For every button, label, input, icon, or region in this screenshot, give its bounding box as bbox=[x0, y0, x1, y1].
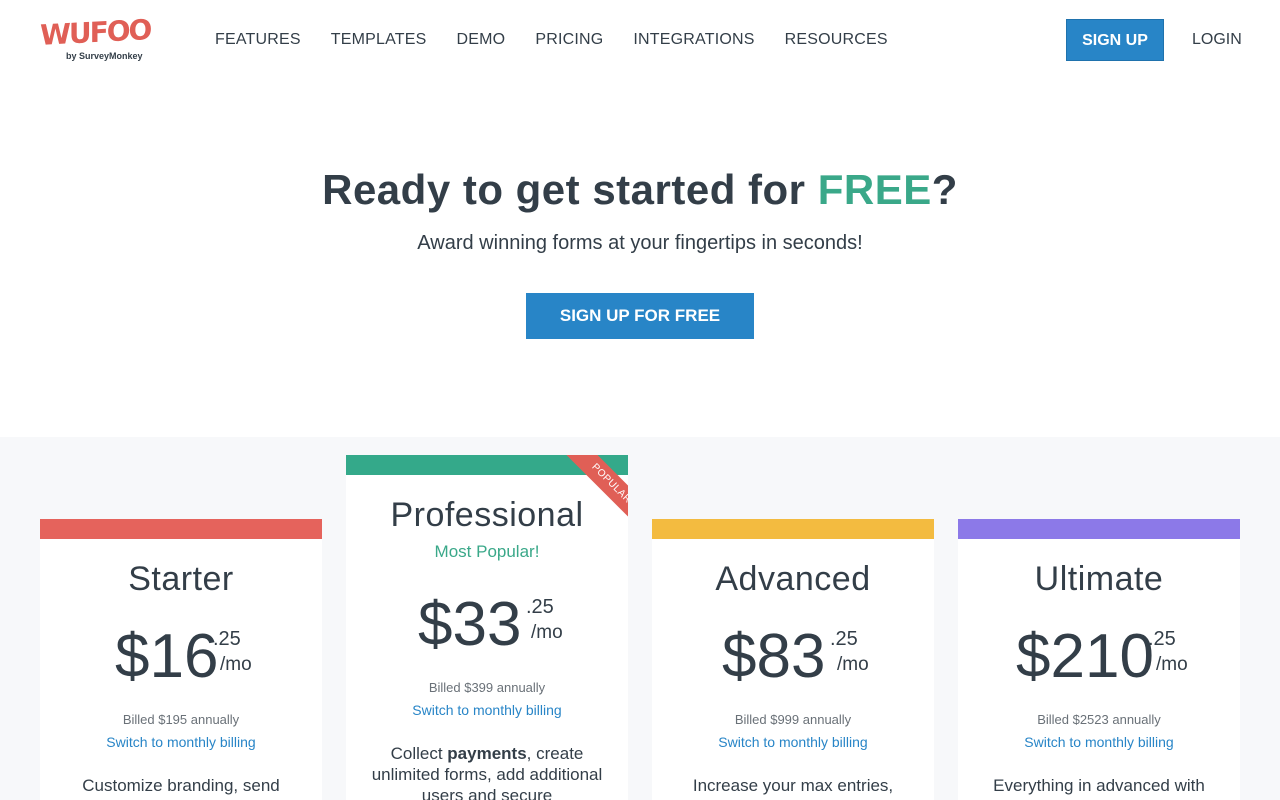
plan-color-bar bbox=[652, 519, 934, 539]
plan-price: $210 .25 /mo bbox=[958, 622, 1240, 692]
logo-byline: by SurveyMonkey bbox=[66, 51, 143, 61]
hero-title-prefix: Ready to get started for bbox=[322, 166, 818, 213]
switch-monthly-link[interactable]: Switch to monthly billing bbox=[958, 733, 1240, 751]
billed-annually: Billed $195 annually bbox=[122, 712, 240, 727]
plan-card-advanced: Advanced $83 .25 /mo Billed $999 annuall… bbox=[652, 519, 934, 800]
logo-wordmark: WUFOO bbox=[40, 13, 151, 52]
billed-annually: Billed $999 annually bbox=[734, 712, 852, 727]
plan-color-bar bbox=[40, 519, 322, 539]
nav-pricing[interactable]: PRICING bbox=[520, 29, 618, 51]
plan-price: $83 .25 /mo bbox=[652, 622, 934, 692]
plan-description: Customize branding, send bbox=[82, 776, 280, 795]
billed-annually: Billed $2523 annually bbox=[1037, 712, 1161, 727]
switch-monthly-link[interactable]: Switch to monthly billing bbox=[40, 733, 322, 751]
plan-card-professional: POPULAR Professional Most Popular! $33 .… bbox=[346, 455, 628, 800]
price-cents: .25 bbox=[526, 596, 554, 618]
plan-description-pre: Collect bbox=[390, 744, 448, 763]
plan-name: Starter bbox=[128, 560, 234, 598]
plan-price: $16 .25 /mo bbox=[40, 622, 322, 692]
nav-integrations[interactable]: INTEGRATIONS bbox=[618, 29, 769, 51]
plan-name: Ultimate bbox=[1034, 560, 1164, 598]
hero-subtitle: Award winning forms at your fingertips i… bbox=[417, 232, 863, 254]
plan-name: Advanced bbox=[715, 560, 871, 598]
plan-description: Collect payments, create unlimited forms… bbox=[366, 743, 608, 800]
price-dollars: $16 bbox=[115, 622, 219, 691]
switch-monthly-link[interactable]: Switch to monthly billing bbox=[346, 701, 628, 719]
plan-card-ultimate: Ultimate $210 .25 /mo Billed $2523 annua… bbox=[958, 519, 1240, 800]
hero-title: Ready to get started for FREE? bbox=[0, 164, 1280, 216]
nav-features[interactable]: FEATURES bbox=[200, 29, 316, 51]
site-header: WUFOO by SurveyMonkey FEATURES TEMPLATES… bbox=[0, 0, 1280, 82]
price-cents: .25 bbox=[1148, 628, 1176, 650]
price-dollars: $33 bbox=[418, 590, 522, 659]
plan-price: $33 .25 /mo bbox=[346, 590, 628, 660]
switch-monthly-link[interactable]: Switch to monthly billing bbox=[652, 733, 934, 751]
price-period: /mo bbox=[837, 654, 869, 675]
plan-card-starter: Starter $16 .25 /mo Billed $195 annually… bbox=[40, 519, 322, 800]
billed-annually: Billed $399 annually bbox=[428, 680, 546, 695]
price-dollars: $83 bbox=[722, 622, 826, 691]
nav-templates[interactable]: TEMPLATES bbox=[316, 29, 442, 51]
signup-free-button[interactable]: SIGN UP FOR FREE bbox=[526, 293, 754, 339]
price-dollars: $210 bbox=[1016, 622, 1154, 691]
price-period: /mo bbox=[1156, 654, 1188, 675]
plan-description: Everything in advanced with bbox=[993, 776, 1205, 795]
plan-color-bar bbox=[958, 519, 1240, 539]
nav-demo[interactable]: DEMO bbox=[442, 29, 521, 51]
plan-description: Increase your max entries, bbox=[692, 776, 894, 795]
wufoo-logo[interactable]: WUFOO by SurveyMonkey bbox=[40, 13, 150, 64]
plan-name: Professional bbox=[390, 496, 584, 534]
plan-description-bold: payments bbox=[447, 744, 527, 763]
nav-resources[interactable]: RESOURCES bbox=[770, 29, 903, 51]
signup-button[interactable]: SIGN UP bbox=[1066, 19, 1164, 61]
hero-title-accent: FREE bbox=[817, 166, 932, 213]
login-link[interactable]: LOGIN bbox=[1184, 29, 1250, 51]
price-period: /mo bbox=[220, 654, 252, 675]
main-nav: FEATURES TEMPLATES DEMO PRICING INTEGRAT… bbox=[200, 29, 903, 51]
price-cents: .25 bbox=[213, 628, 241, 650]
price-period: /mo bbox=[531, 622, 563, 643]
hero-title-suffix: ? bbox=[931, 166, 958, 213]
most-popular-tagline: Most Popular! bbox=[434, 542, 540, 561]
price-cents: .25 bbox=[830, 628, 858, 650]
